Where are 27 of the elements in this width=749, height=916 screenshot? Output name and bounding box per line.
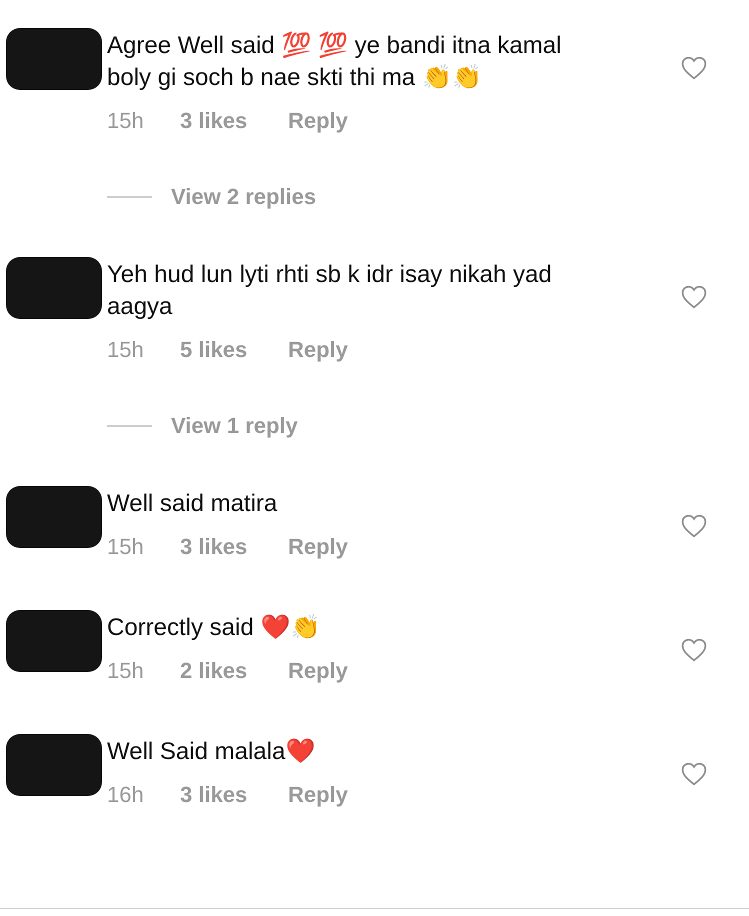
- heart-icon[interactable]: [681, 285, 707, 309]
- heart-icon[interactable]: [681, 56, 707, 80]
- reply-link[interactable]: Reply: [288, 332, 348, 366]
- reply-link[interactable]: Reply: [288, 778, 348, 810]
- likes-link[interactable]: 2 likes: [180, 654, 288, 686]
- view-replies-link[interactable]: View 2 replies: [171, 180, 316, 213]
- likes-link[interactable]: 3 likes: [180, 104, 288, 136]
- likes-link[interactable]: 3 likes: [180, 530, 288, 562]
- comment-text: Agree Well said 💯 💯 ye bandi itna kamal boly gi soch b nae skti thi ma 👏👏: [107, 32, 562, 91]
- comment-time: 15h: [107, 532, 145, 560]
- likes-link[interactable]: 5 likes: [180, 332, 288, 366]
- comment-text: Correctly said ❤👏: [107, 614, 320, 641]
- likes-link[interactable]: 3 likes: [180, 778, 288, 810]
- view-replies-link[interactable]: View 1 reply: [171, 409, 298, 442]
- heart-icon[interactable]: [681, 514, 707, 538]
- comment-time: 15h: [107, 106, 145, 134]
- comment-time: 15h: [107, 656, 145, 684]
- reply-link[interactable]: Reply: [288, 654, 348, 686]
- comment-text: Well Said malala❤: [107, 738, 316, 765]
- comment-text: Yeh hud lun lyti rhti sb k idr isay nikah yad aagya: [107, 261, 552, 320]
- comment-text: Well said matira: [107, 490, 278, 517]
- comment-time: 15h: [107, 336, 145, 364]
- reply-link[interactable]: Reply: [288, 104, 348, 136]
- reply-link[interactable]: Reply: [288, 530, 348, 562]
- comment-time: 16h: [107, 780, 145, 808]
- heart-icon[interactable]: [681, 638, 707, 662]
- heart-icon[interactable]: [681, 762, 707, 786]
